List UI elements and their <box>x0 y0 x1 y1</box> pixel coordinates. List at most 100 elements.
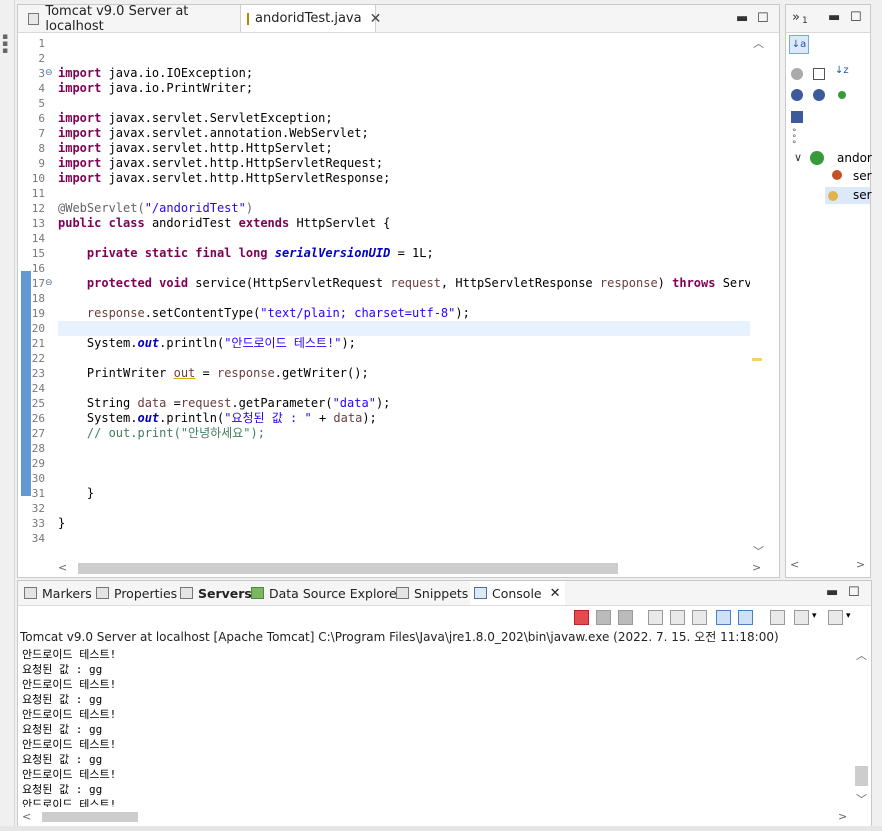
scroll-right-icon[interactable]: > <box>856 558 865 571</box>
scroll-left-icon[interactable]: < <box>790 558 799 571</box>
display-console-icon[interactable] <box>794 610 809 625</box>
code-line[interactable]: System.out.println("요청된 값 : " + data); <box>58 411 750 426</box>
console-horizontal-scrollbar[interactable]: < > <box>20 809 853 825</box>
code-line[interactable] <box>58 186 750 201</box>
code-line[interactable] <box>58 36 750 51</box>
scroll-thumb[interactable] <box>855 766 868 786</box>
tab-data-source-explorer[interactable]: Data Source Explorer <box>251 581 402 605</box>
tab-snippets[interactable]: Snippets <box>396 581 468 605</box>
hide-static-icon[interactable] <box>813 68 825 80</box>
scroll-right-icon[interactable]: > <box>838 810 847 823</box>
open-console-icon[interactable] <box>828 610 843 625</box>
scroll-down-icon[interactable]: ﹀ <box>856 791 867 807</box>
scroll-left-icon[interactable]: < <box>22 810 31 823</box>
warning-marker[interactable] <box>752 358 762 361</box>
code-line[interactable] <box>58 501 750 516</box>
chevron-down-icon[interactable]: ▾ <box>812 611 817 621</box>
minimize-icon[interactable]: ▬ <box>736 11 748 26</box>
code-line[interactable]: String data =request.getParameter("data"… <box>58 396 750 411</box>
tab-properties[interactable]: Properties <box>96 581 177 605</box>
code-line[interactable] <box>58 261 750 276</box>
code-line[interactable] <box>58 51 750 66</box>
code-line[interactable]: import javax.servlet.annotation.WebServl… <box>58 126 750 141</box>
tab-markers[interactable]: Markers <box>24 581 92 605</box>
tab-console[interactable]: Console ✕ <box>470 581 565 605</box>
scroll-up-icon[interactable]: ︿ <box>856 647 867 663</box>
minimize-icon[interactable]: ▬ <box>826 585 838 600</box>
close-icon[interactable]: ✕ <box>550 586 561 601</box>
remove-all-icon[interactable] <box>618 610 633 625</box>
scroll-right-icon[interactable]: > <box>752 561 761 574</box>
maximize-icon[interactable]: ☐ <box>848 585 860 600</box>
scroll-thumb[interactable] <box>78 563 618 574</box>
word-wrap-icon[interactable] <box>692 610 707 625</box>
tab-andoridtest-java[interactable]: andoridTest.java ✕ <box>240 5 381 32</box>
code-line[interactable]: // out.print("안녕하세요"); <box>58 426 750 441</box>
console-output[interactable]: 안드로이드 테스트! 요청된 값 : gg 안드로이드 테스트! 요청된 값 : gg… <box>22 647 850 807</box>
code-editor[interactable]: import java.io.IOException; import java.i… <box>58 33 750 561</box>
code-line[interactable] <box>58 231 750 246</box>
code-line[interactable]: import java.io.PrintWriter; <box>58 81 750 96</box>
close-icon[interactable]: ✕ <box>370 11 382 27</box>
code-line[interactable]: response.setContentType("text/plain; cha… <box>58 306 750 321</box>
code-line[interactable]: public class andoridTest extends HttpSer… <box>58 216 750 231</box>
chevron-down-icon[interactable]: ▾ <box>846 611 851 621</box>
outline-item-field[interactable]: ser <box>853 169 872 183</box>
code-line[interactable] <box>58 531 750 546</box>
maximize-icon[interactable]: ☐ <box>757 11 769 26</box>
code-line[interactable]: import java.io.IOException; <box>58 66 750 81</box>
code-line[interactable]: import javax.servlet.http.HttpServletReq… <box>58 156 750 171</box>
code-line[interactable]: System.out.println("안드로이드 테스트!"); <box>58 336 750 351</box>
link-editor-icon[interactable] <box>838 91 846 99</box>
minimize-icon[interactable]: ▬ <box>828 10 840 25</box>
tab-tomcat-server[interactable]: Tomcat v9.0 Server at localhost <box>22 4 244 34</box>
editor-horizontal-scrollbar[interactable]: < > <box>56 560 768 577</box>
sort-alpha-icon[interactable]: ↓z <box>835 65 849 76</box>
code-line[interactable]: PrintWriter out = response.getWriter(); <box>58 366 750 381</box>
outline-horizontal-scrollbar[interactable]: < > <box>786 557 870 575</box>
view-menu-icon[interactable]: ° ° ° <box>792 129 797 150</box>
current-line[interactable] <box>58 321 750 336</box>
pin-console-icon[interactable] <box>770 610 785 625</box>
hide-fields-icon[interactable] <box>791 68 803 80</box>
code-line[interactable]: import javax.servlet.http.HttpServlet; <box>58 141 750 156</box>
sort-icon[interactable]: ↓a <box>789 35 809 54</box>
expand-chevron-icon[interactable]: ∨ <box>794 151 802 164</box>
maximize-icon[interactable]: ☐ <box>850 10 862 25</box>
fold-toggle-icon[interactable]: ⊖ <box>45 66 53 81</box>
fold-toggle-icon[interactable]: ⊖ <box>45 276 53 291</box>
show-on-stdout-icon[interactable] <box>716 610 731 625</box>
console-vertical-scrollbar[interactable]: ︿ ﹀ <box>853 645 870 809</box>
code-line[interactable] <box>58 291 750 306</box>
hide-nonpublic-icon[interactable] <box>791 89 803 101</box>
code-line[interactable]: import javax.servlet.http.HttpServletRes… <box>58 171 750 186</box>
scroll-down-icon[interactable]: ﹀ <box>753 543 764 559</box>
outline-item-method-row[interactable]: ser <box>825 187 872 204</box>
code-line[interactable] <box>58 96 750 111</box>
outline-item-class[interactable]: andor <box>837 151 872 165</box>
code-line[interactable] <box>58 351 750 366</box>
show-on-stderr-icon[interactable] <box>738 610 753 625</box>
scroll-thumb[interactable] <box>42 812 138 822</box>
more-views-button[interactable]: » <box>792 10 800 25</box>
code-line[interactable] <box>58 441 750 456</box>
scroll-left-icon[interactable]: < <box>58 561 67 574</box>
scroll-lock-icon[interactable] <box>670 610 685 625</box>
code-line[interactable]: protected void service(HttpServletReques… <box>58 276 750 291</box>
code-line[interactable] <box>58 456 750 471</box>
clear-console-icon[interactable] <box>648 610 663 625</box>
focus-icon[interactable] <box>791 111 803 123</box>
code-line[interactable]: } <box>58 486 750 501</box>
code-line[interactable] <box>58 471 750 486</box>
code-line[interactable] <box>58 381 750 396</box>
scroll-up-icon[interactable]: ︿ <box>753 35 764 51</box>
code-line[interactable]: } <box>58 516 750 531</box>
terminate-icon[interactable] <box>574 610 589 625</box>
code-line[interactable]: private static final long serialVersionU… <box>58 246 750 261</box>
tab-servers[interactable]: Servers <box>180 581 252 605</box>
code-line[interactable]: import javax.servlet.ServletException; <box>58 111 750 126</box>
minimized-view-icon[interactable]: ▪ ▪ ▪ <box>2 33 8 56</box>
editor-vertical-scrollbar[interactable]: ︿ ﹀ <box>750 33 767 561</box>
code-line[interactable]: @WebServlet("/andoridTest") <box>58 201 750 216</box>
hide-local-types-icon[interactable] <box>813 89 825 101</box>
